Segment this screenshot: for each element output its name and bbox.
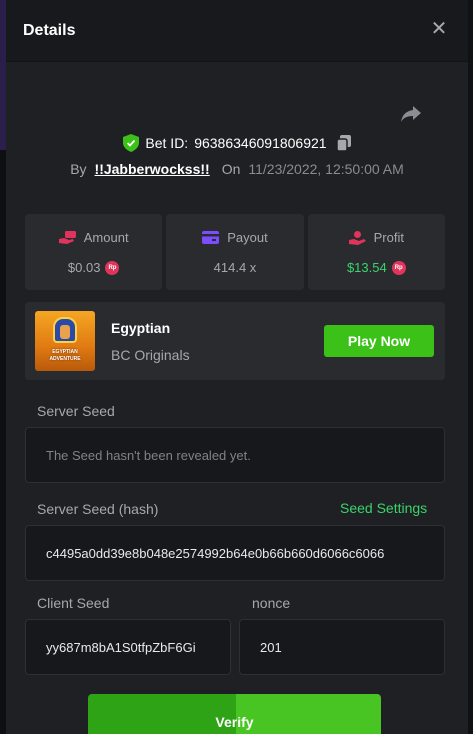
stat-profit-value: $13.54 <box>346 260 387 275</box>
client-seed-label: Client Seed <box>37 595 110 611</box>
copy-icon[interactable] <box>336 135 351 151</box>
on-label: On <box>221 161 241 177</box>
nonce-label: nonce <box>252 595 291 611</box>
bet-details-modal: Details ✕ Bet ID: 96386346091806921 By !… <box>6 0 468 734</box>
player-username[interactable]: !!Jabberwockss!! <box>95 161 210 177</box>
thumbnail-logo-text: EGYPTIAN ADVENTURE <box>49 349 81 362</box>
bet-id-line: Bet ID: 96386346091806921 <box>6 132 468 154</box>
bet-datetime: 11/23/2022, 12:50:00 AM <box>248 161 404 177</box>
by-label: By <box>70 161 87 177</box>
stat-amount-value: $0.03 <box>67 260 101 275</box>
stat-profit-label: Profit <box>373 230 404 245</box>
profit-hand-icon <box>348 230 366 245</box>
game-thumbnail[interactable]: EGYPTIAN ADVENTURE <box>35 311 95 371</box>
server-seed-hash-label: Server Seed (hash) <box>37 501 159 517</box>
bet-stats: Amount $0.03 Rp Payout 414.4 x Profit $1… <box>25 214 445 290</box>
modal-header: Details ✕ <box>6 0 468 62</box>
stat-profit: Profit $13.54 Rp <box>307 214 445 290</box>
bet-id-label: Bet ID: <box>145 135 189 151</box>
money-hand-icon <box>58 230 76 244</box>
client-seed-field[interactable]: yy687m8bA1S0tfpZbF6Gi <box>25 619 231 675</box>
verify-button[interactable]: Verify <box>88 694 381 734</box>
modal-title: Details <box>23 22 76 39</box>
pharaoh-face <box>60 325 70 339</box>
bet-byline: By !!Jabberwockss!! On 11/23/2022, 12:50… <box>6 159 468 179</box>
stat-payout-value: 414.4 x <box>213 260 257 275</box>
card-icon <box>202 231 220 244</box>
seed-settings-link[interactable]: Seed Settings <box>340 500 427 516</box>
server-seed-field[interactable]: The Seed hasn't been revealed yet. <box>25 427 445 483</box>
shield-check-icon <box>123 134 140 152</box>
server-seed-hash-field[interactable]: c4495a0dd39e8b048e2574992b64e0b66b660d60… <box>25 525 445 581</box>
play-now-button[interactable]: Play Now <box>324 325 434 357</box>
stat-payout-label: Payout <box>227 230 268 245</box>
nonce-field[interactable]: 201 <box>239 619 445 675</box>
verify-button-label: Verify <box>215 714 254 730</box>
close-icon[interactable]: ✕ <box>428 18 450 40</box>
currency-coin-icon: Rp <box>391 260 406 275</box>
stat-amount-label: Amount <box>83 230 129 245</box>
game-card: EGYPTIAN ADVENTURE Egyptian BC Originals… <box>25 302 445 380</box>
game-provider: BC Originals <box>111 347 190 363</box>
stat-payout: Payout 414.4 x <box>166 214 304 290</box>
bet-id-value: 96386346091806921 <box>194 135 327 151</box>
stat-amount: Amount $0.03 Rp <box>25 214 163 290</box>
server-seed-label: Server Seed <box>37 403 115 419</box>
game-name[interactable]: Egyptian <box>111 320 170 336</box>
currency-coin-icon: Rp <box>105 260 120 275</box>
share-icon[interactable] <box>400 104 422 124</box>
